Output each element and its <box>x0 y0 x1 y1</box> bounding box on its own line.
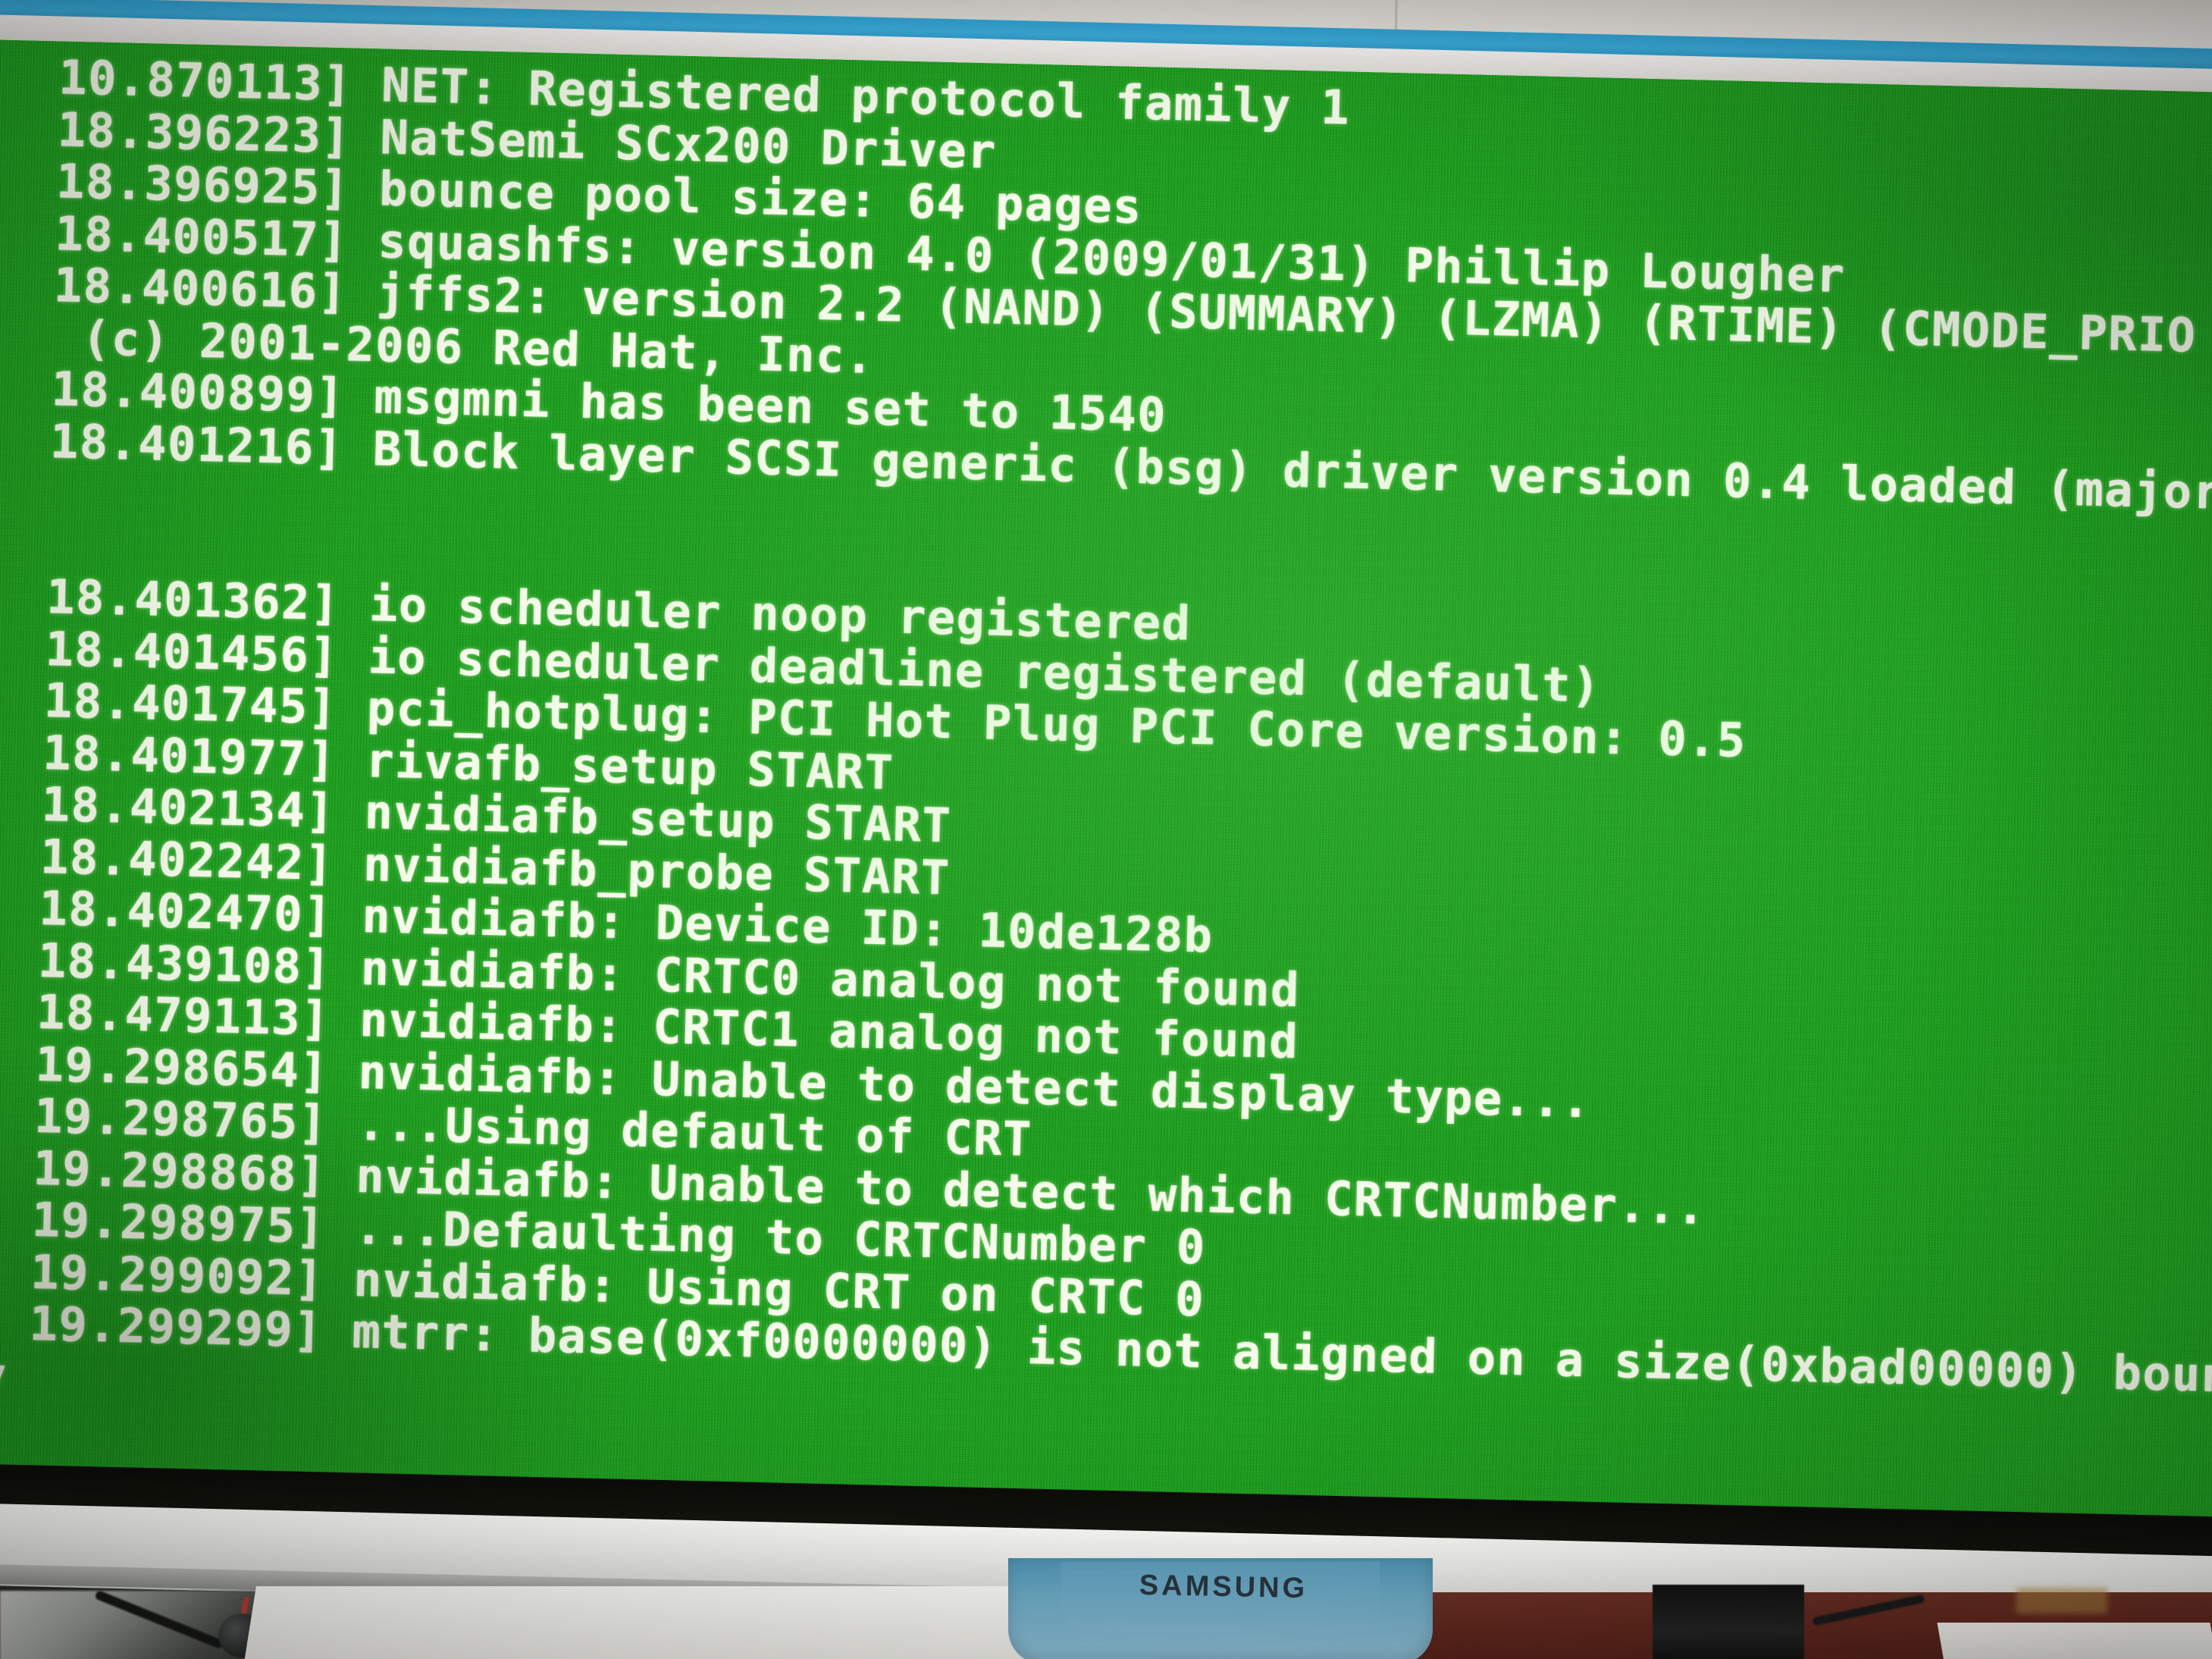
samsung-brand-logo: SAMSUNG <box>1139 1569 1308 1605</box>
white-paper-sheet-right <box>1937 1623 2212 1659</box>
kernel-console-screen: 10.870113] NET: Registered protocol fami… <box>0 39 2212 1526</box>
kernel-console-output: 10.870113] NET: Registered protocol fami… <box>0 49 2212 1454</box>
dark-object-right <box>1653 1585 1804 1659</box>
monitor-screen-area: 10.870113] NET: Registered protocol fami… <box>0 39 2212 1548</box>
photographed-monitor-scene: 10.870113] NET: Registered protocol fami… <box>0 0 2212 1659</box>
white-paper-sheet <box>244 1586 1098 1659</box>
desk-highlight <box>2016 1588 2107 1614</box>
